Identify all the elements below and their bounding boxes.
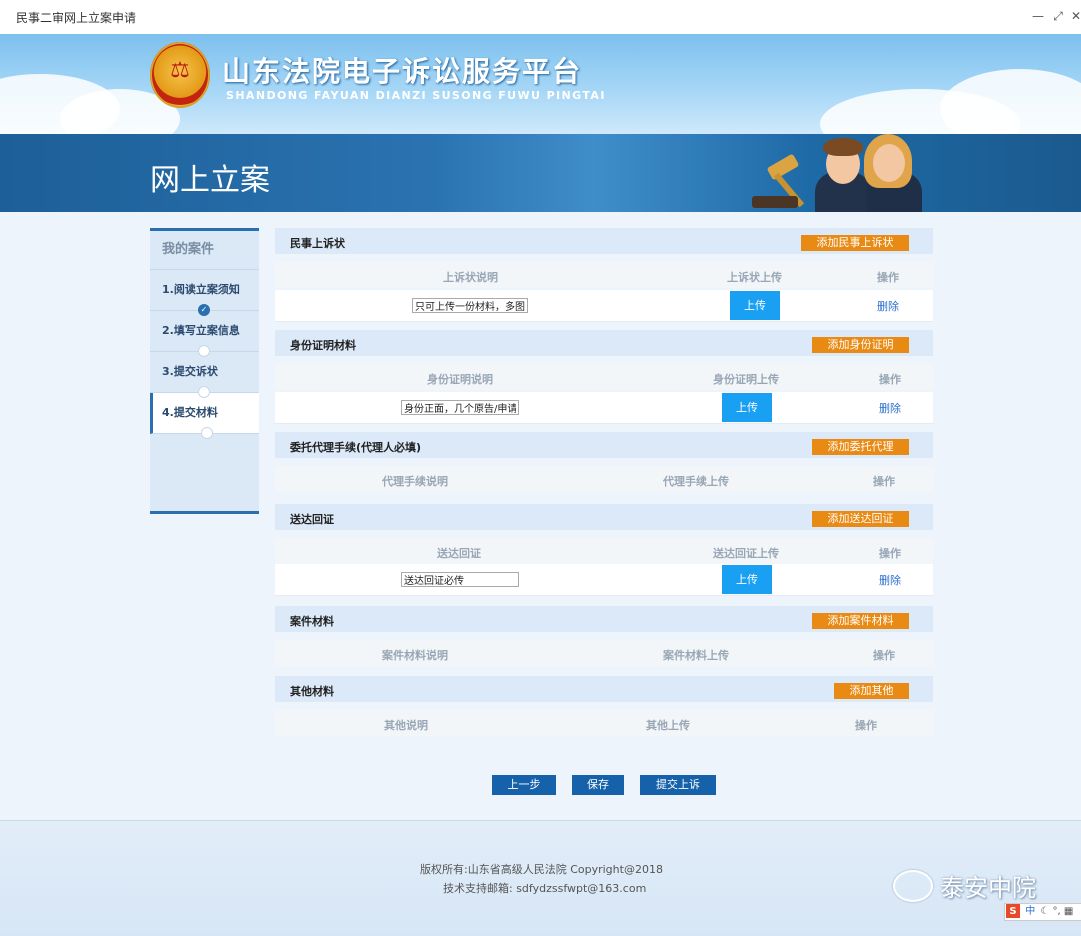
column-header: 身份证明说明 — [427, 373, 493, 386]
table-header: 上诉状说明 上诉状上传 操作 — [275, 262, 933, 288]
step-dot-icon — [201, 427, 213, 439]
column-header: 案件材料说明 — [382, 649, 448, 662]
upload-button[interactable]: 上传 — [730, 291, 780, 320]
table-header: 案件材料说明 案件材料上传 操作 — [275, 640, 933, 666]
section-complaint: 民事上诉状 添加民事上诉状 — [275, 228, 933, 254]
column-header: 操作 — [879, 547, 901, 560]
logo-subtitle: SHANDONG FAYUAN DIANZI SUSONG FUWU PINGT… — [226, 89, 606, 102]
site-banner: ⚖ 山东法院电子诉讼服务平台 SHANDONG FAYUAN DIANZI SU… — [0, 34, 1081, 134]
court-emblem-icon: ⚖ — [150, 42, 210, 108]
step-dot-icon — [198, 345, 210, 357]
submit-appeal-button[interactable]: 提交上诉 — [640, 775, 716, 795]
logo-title: 山东法院电子诉讼服务平台 — [222, 55, 583, 88]
column-header: 操作 — [873, 649, 895, 662]
column-header: 上诉状上传 — [727, 271, 782, 284]
sidebar-step-submit-materials[interactable]: 4.提交材料 — [150, 393, 259, 439]
section-other: 其他材料 添加其他 — [275, 676, 933, 702]
ime-language-label: 中 — [1025, 906, 1036, 917]
add-identity-button[interactable]: 添加身份证明 — [812, 337, 909, 353]
wechat-icon — [893, 870, 933, 902]
delete-link[interactable]: 删除 — [879, 572, 901, 588]
column-header: 操作 — [877, 271, 899, 284]
sidebar-step-submit-complaint[interactable]: 3.提交诉状 — [150, 352, 259, 398]
upload-button[interactable]: 上传 — [722, 565, 772, 594]
column-header: 送达回证上传 — [713, 547, 779, 560]
section-title: 民事上诉状 — [290, 237, 345, 250]
sidebar-item-label: 4.提交材料 — [162, 406, 218, 419]
add-case-button[interactable]: 添加案件材料 — [812, 613, 909, 629]
add-service-button[interactable]: 添加送达回证 — [812, 511, 909, 527]
sogou-ime-icon: S — [1006, 904, 1020, 918]
section-title: 案件材料 — [290, 615, 334, 628]
column-header: 操作 — [873, 475, 895, 488]
column-header: 操作 — [879, 373, 901, 386]
column-header: 身份证明上传 — [713, 373, 779, 386]
ime-moon-icon: ☾ — [1040, 906, 1050, 917]
column-header: 代理手续说明 — [382, 475, 448, 488]
upload-button[interactable]: 上传 — [722, 393, 772, 422]
save-button[interactable]: 保存 — [572, 775, 624, 795]
column-header: 案件材料上传 — [663, 649, 729, 662]
section-identity: 身份证明材料 添加身份证明 — [275, 330, 933, 356]
identity-description-input[interactable] — [401, 400, 519, 415]
close-icon[interactable]: ✕ — [1068, 8, 1081, 24]
restore-icon[interactable]: ⤢ — [1050, 8, 1066, 24]
prev-step-button[interactable]: 上一步 — [492, 775, 556, 795]
ime-punct-icon: °, — [1052, 906, 1061, 917]
delete-link[interactable]: 删除 — [879, 400, 901, 416]
section-title: 送达回证 — [290, 513, 334, 526]
ime-keyboard-icon: ▦ — [1063, 906, 1074, 917]
section-title: 委托代理手续(代理人必填) — [290, 441, 422, 454]
window-titlebar: 民事二审网上立案申请 — ⤢ ✕ — [0, 0, 1081, 35]
table-row: 上传 删除 — [275, 290, 933, 322]
page-title: 网上立案 — [150, 163, 270, 198]
sidebar-step-read-notice[interactable]: 1.阅读立案须知 ✓ — [150, 270, 259, 316]
service-description-input[interactable] — [401, 572, 519, 587]
table-header: 送达回证 送达回证上传 操作 — [275, 538, 933, 564]
table-row: 上传 删除 — [275, 564, 933, 596]
column-header: 上诉状说明 — [443, 271, 498, 284]
sidebar-item-label: 2.填写立案信息 — [162, 324, 240, 337]
sidebar-heading: 我的案件 — [150, 231, 259, 270]
add-other-button[interactable]: 添加其他 — [834, 683, 909, 699]
add-agent-button[interactable]: 添加委托代理 — [812, 439, 909, 455]
step-dot-icon — [198, 386, 210, 398]
add-complaint-button[interactable]: 添加民事上诉状 — [801, 235, 909, 251]
support-email-text: 技术支持邮箱: sdfydzssfwpt@163.com — [443, 882, 647, 895]
cloud-decoration — [940, 69, 1081, 134]
table-row: 上传 删除 — [275, 392, 933, 424]
case-steps-sidebar: 我的案件 1.阅读立案须知 ✓ 2.填写立案信息 3.提交诉状 4.提交材料 — [150, 228, 259, 514]
table-header: 代理手续说明 代理手续上传 操作 — [275, 466, 933, 492]
ime-toolbar[interactable]: S 中 ☾ °, ▦ — [1004, 903, 1081, 921]
sidebar-step-fill-info[interactable]: 2.填写立案信息 — [150, 311, 259, 357]
column-header: 其他说明 — [384, 719, 428, 732]
scale-icon: ⚖ — [170, 58, 190, 83]
check-icon: ✓ — [198, 304, 210, 316]
minimize-icon[interactable]: — — [1030, 8, 1046, 24]
gavel-icon — [752, 153, 820, 212]
copyright-text: 版权所有:山东省高级人民法院 Copyright@2018 — [420, 863, 663, 876]
watermark-text: 泰安中院 — [940, 874, 1036, 902]
sidebar-item-label: 3.提交诉状 — [162, 365, 218, 378]
column-header: 送达回证 — [437, 547, 481, 560]
column-header: 操作 — [855, 719, 877, 732]
table-header: 其他说明 其他上传 操作 — [275, 710, 933, 736]
delete-link[interactable]: 删除 — [877, 298, 899, 314]
table-header: 身份证明说明 身份证明上传 操作 — [275, 364, 933, 390]
section-service: 送达回证 添加送达回证 — [275, 504, 933, 530]
page-title-strip: 网上立案 — [0, 134, 1081, 212]
section-agent: 委托代理手续(代理人必填) 添加委托代理 — [275, 432, 933, 458]
column-header: 其他上传 — [646, 719, 690, 732]
window-title: 民事二审网上立案申请 — [16, 11, 137, 25]
sidebar-item-label: 1.阅读立案须知 — [162, 283, 240, 296]
section-case: 案件材料 添加案件材料 — [275, 606, 933, 632]
section-title: 其他材料 — [290, 685, 334, 698]
complaint-description-input[interactable] — [412, 298, 528, 313]
section-title: 身份证明材料 — [290, 339, 356, 352]
column-header: 代理手续上传 — [663, 475, 729, 488]
